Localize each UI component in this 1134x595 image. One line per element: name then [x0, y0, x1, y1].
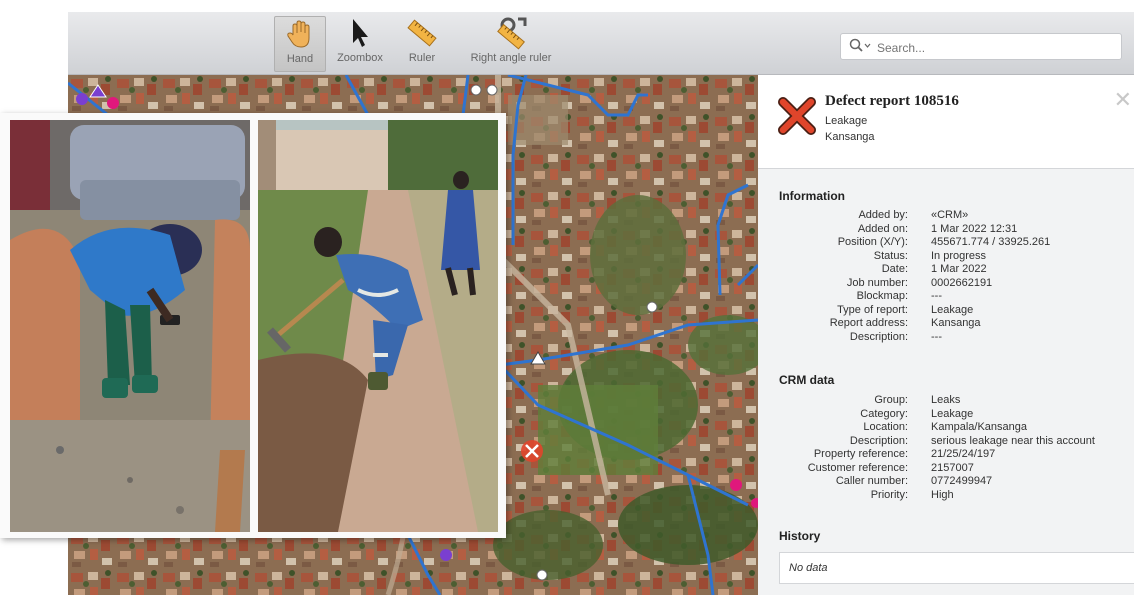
detail-row: Group: Leaks — [758, 394, 1134, 408]
right-angle-ruler-icon — [497, 17, 527, 50]
detail-value: --- — [931, 330, 942, 343]
crm-data-list: Group: Leaks Category: Leakage Location: Kamp… — [758, 394, 1134, 502]
tool-ruler-label: Ruler — [408, 52, 436, 64]
detail-value: 1 Mar 2022 12:31 — [931, 222, 1018, 235]
map-toolbar: Hand Zoombox Ruler Right angle ruler — [68, 12, 1134, 75]
hand-icon — [287, 20, 310, 48]
purple-point-marker[interactable] — [440, 549, 452, 561]
defect-x-icon — [778, 97, 816, 135]
cursor-arrow-icon — [353, 19, 368, 47]
map-node-marker[interactable] — [486, 84, 498, 96]
detail-value: 1 Mar 2022 — [931, 263, 987, 275]
defect-location-marker[interactable] — [521, 440, 543, 462]
detail-row: Category: Leakage — [758, 408, 1134, 422]
detail-value: --- — [931, 290, 942, 302]
map-node-marker[interactable] — [470, 84, 482, 96]
defect-report-panel: Defect report 108516 Leakage Kansanga ✕ … — [758, 75, 1134, 595]
detail-value: 2157007 — [931, 461, 974, 474]
detail-row: Type of report: Leakage — [758, 304, 1134, 318]
map-node-marker[interactable] — [536, 569, 548, 581]
site-photos[interactable] — [0, 113, 506, 538]
detail-label: Status: — [873, 249, 908, 262]
history-heading: History — [779, 529, 821, 543]
detail-row: Priority: High — [758, 489, 1134, 503]
photo-customer-meter-reading[interactable] — [10, 120, 250, 532]
customer-photo-image — [10, 120, 250, 532]
detail-value: Leaks — [931, 394, 961, 406]
detail-row: Position (X/Y): 455671.774 / 33925.261 — [758, 236, 1134, 250]
history-empty-box: No data — [779, 552, 1134, 584]
tool-zoombox[interactable]: Zoombox — [330, 16, 390, 70]
tool-right-angle-ruler-label: Right angle ruler — [470, 52, 552, 64]
detail-label: Customer reference: — [807, 461, 908, 474]
detail-row: Status: In progress — [758, 250, 1134, 264]
detail-row: Date: 1 Mar 2022 — [758, 263, 1134, 277]
tool-hand[interactable]: Hand — [274, 16, 326, 72]
photo-worker-digging[interactable] — [258, 120, 498, 532]
detail-row: Description: serious leakage near this ac… — [758, 435, 1134, 449]
detail-row: Description: --- — [758, 331, 1134, 345]
tool-hand-label: Hand — [286, 53, 314, 65]
detail-row: Report address: Kansanga — [758, 317, 1134, 331]
detail-value: 0772499947 — [931, 475, 993, 487]
detail-row: Added by: «CRM» — [758, 209, 1134, 223]
detail-value: 0002662191 — [931, 276, 993, 289]
search-input[interactable] — [875, 37, 1109, 58]
history-empty-text: No data — [789, 562, 828, 574]
detail-row: Property reference: 21/25/24/197 — [758, 448, 1134, 462]
detail-value: Leakage — [931, 303, 974, 316]
detail-value: 21/25/24/197 — [931, 448, 996, 460]
detail-label: Group: — [874, 394, 908, 406]
detail-row: Job number: 0002662191 — [758, 277, 1134, 291]
detail-label: Property reference: — [813, 448, 908, 460]
search-icon — [849, 38, 871, 52]
worker-photo-image — [258, 120, 498, 532]
information-heading: Information — [779, 189, 845, 203]
detail-label: Added on: — [857, 222, 908, 235]
map-node-marker[interactable] — [646, 301, 658, 313]
purple-point-marker[interactable] — [76, 93, 88, 105]
detail-value: «CRM» — [931, 209, 969, 221]
detail-row: Caller number: 0772499947 — [758, 475, 1134, 489]
detail-value: Kampala/Kansanga — [931, 421, 1028, 433]
pink-point-marker[interactable] — [107, 97, 119, 109]
pink-point-marker[interactable] — [730, 479, 742, 491]
detail-label: Report address: — [829, 317, 908, 329]
detail-row: Blockmap: --- — [758, 290, 1134, 304]
defect-report-type: Leakage — [825, 115, 868, 127]
detail-label: Added by: — [858, 209, 908, 221]
ruler-icon — [407, 19, 437, 47]
close-icon[interactable]: ✕ — [1114, 87, 1132, 113]
detail-label: Date: — [881, 263, 908, 275]
detail-label: Location: — [863, 421, 908, 433]
defect-report-title: Defect report 108516 — [825, 93, 959, 109]
detail-label: Description: — [849, 434, 908, 447]
detail-value: serious leakage near this account — [931, 434, 1095, 447]
tool-ruler[interactable]: Ruler — [400, 16, 444, 70]
detail-label: Priority: — [870, 488, 908, 501]
detail-value: 455671.774 / 33925.261 — [931, 236, 1051, 248]
detail-label: Description: — [849, 330, 908, 343]
crm-data-heading: CRM data — [779, 373, 835, 387]
detail-value: In progress — [931, 249, 987, 262]
search-box[interactable] — [840, 33, 1122, 60]
detail-row: Added on: 1 Mar 2022 12:31 — [758, 223, 1134, 237]
tool-zoombox-label: Zoombox — [337, 52, 383, 64]
detail-label: Position (X/Y): — [837, 236, 908, 248]
detail-label: Caller number: — [835, 475, 908, 487]
defect-report-header: Defect report 108516 Leakage Kansanga ✕ — [758, 75, 1134, 169]
detail-row: Location: Kampala/Kansanga — [758, 421, 1134, 435]
detail-label: Job number: — [846, 276, 908, 289]
information-list: Added by: «CRM» Added on: 1 Mar 2022 12:31 P… — [758, 209, 1134, 344]
detail-value: High — [931, 488, 954, 501]
defect-report-area: Kansanga — [825, 131, 875, 143]
tool-right-angle-ruler[interactable]: Right angle ruler — [456, 16, 566, 70]
detail-row: Customer reference: 2157007 — [758, 462, 1134, 476]
detail-value: Leakage — [931, 407, 974, 420]
detail-value: Kansanga — [931, 317, 981, 329]
detail-label: Type of report: — [837, 303, 908, 316]
detail-label: Blockmap: — [856, 290, 908, 302]
detail-label: Category: — [860, 407, 908, 420]
